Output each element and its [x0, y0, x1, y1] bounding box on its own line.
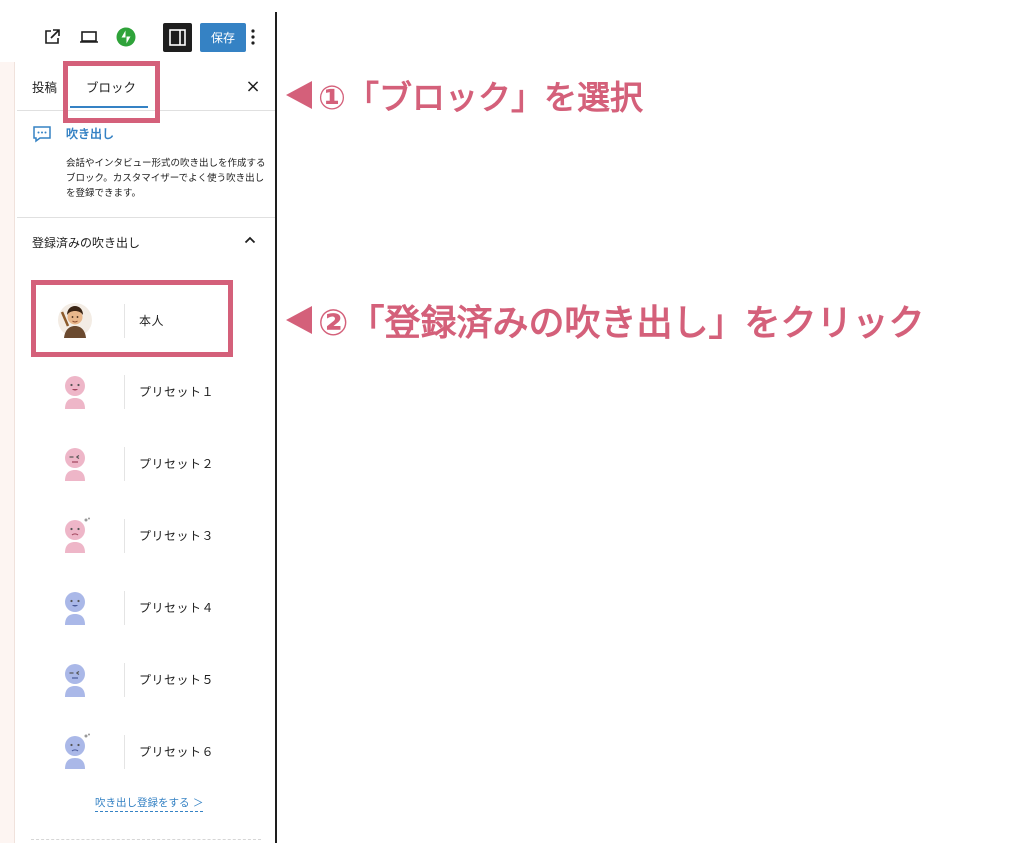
preset-blue-worried-icon [65, 733, 90, 769]
preset-blue-wink-icon [65, 664, 85, 697]
registered-balloons-panel-toggle[interactable]: 登録済みの吹き出し [17, 218, 275, 266]
preset-pink-smile-icon [65, 376, 85, 409]
editor-canvas-edge [0, 62, 15, 843]
row-divider [124, 663, 125, 697]
sidebar-border [275, 12, 277, 843]
sidebar-toggle-button[interactable] [163, 23, 192, 52]
pointer-triangle-icon [286, 306, 312, 334]
balloon-item-preset-2[interactable]: プリセット２ [32, 430, 260, 496]
save-button[interactable]: 保存 [200, 23, 246, 52]
block-title: 吹き出し [66, 127, 115, 141]
annotation-step-1: ①「ブロック」を選択 [286, 70, 643, 120]
row-divider [124, 735, 125, 769]
editor-toolbar: 保存 [14, 0, 276, 62]
close-sidebar-button[interactable]: × [243, 75, 263, 97]
panel-title: 登録済みの吹き出し [32, 236, 141, 250]
panel-bottom-divider [31, 839, 261, 840]
highlight-box-block-tab [63, 61, 160, 123]
highlight-box-registered-balloon [31, 280, 233, 357]
sidebar-toggle-icon [169, 29, 186, 46]
external-link-icon[interactable] [42, 27, 62, 47]
balloon-item-label: プリセット６ [139, 745, 215, 759]
balloon-item-preset-1[interactable]: プリセット１ [32, 358, 260, 424]
balloon-item-label: プリセット１ [139, 385, 215, 399]
balloon-item-preset-4[interactable]: プリセット４ [32, 574, 260, 640]
row-divider [124, 591, 125, 625]
row-divider [124, 447, 125, 481]
block-settings-sidebar: 投稿 ブロック × 吹き出し 会話やインタビュー形式の吹き出しを作成するブロック… [17, 62, 275, 843]
balloon-item-preset-3[interactable]: プリセット３ [32, 502, 260, 568]
speech-balloon-icon [33, 126, 51, 143]
balloon-item-label: プリセット２ [139, 457, 215, 471]
balloon-item-label: プリセット４ [139, 601, 215, 615]
preset-pink-worried-icon [65, 517, 90, 553]
row-divider [124, 519, 125, 553]
laptop-preview-icon[interactable] [78, 27, 100, 47]
pointer-triangle-icon [286, 81, 312, 109]
annotation-step-1-text: ①「ブロック」を選択 [318, 78, 643, 117]
block-card: 吹き出し 会話やインタビュー形式の吹き出しを作成するブロック。カスタマイザーでよ… [17, 111, 275, 218]
chevron-up-icon [244, 236, 256, 244]
row-divider [124, 375, 125, 409]
more-vertical-icon[interactable] [246, 27, 260, 47]
close-icon: × [245, 75, 261, 97]
tab-post[interactable]: 投稿 [32, 62, 57, 110]
balloon-item-preset-6[interactable]: プリセット６ [32, 718, 260, 784]
annotation-step-2: ②「登録済みの吹き出し」をクリック [286, 293, 924, 347]
register-balloon-link[interactable]: 吹き出し登録をする ＞ [95, 795, 204, 812]
balloon-item-label: プリセット３ [139, 529, 215, 543]
preset-blue-smile-icon [65, 592, 85, 625]
balloon-item-preset-5[interactable]: プリセット５ [32, 646, 260, 712]
balloon-item-label: プリセット５ [139, 673, 215, 687]
annotation-step-2-text: ②「登録済みの吹き出し」をクリック [318, 303, 925, 344]
block-description: 会話やインタビュー形式の吹き出しを作成するブロック。カスタマイザーでよく使う吹き… [66, 158, 266, 199]
preset-pink-wink-icon [65, 448, 85, 481]
jetpack-icon[interactable] [116, 27, 136, 47]
